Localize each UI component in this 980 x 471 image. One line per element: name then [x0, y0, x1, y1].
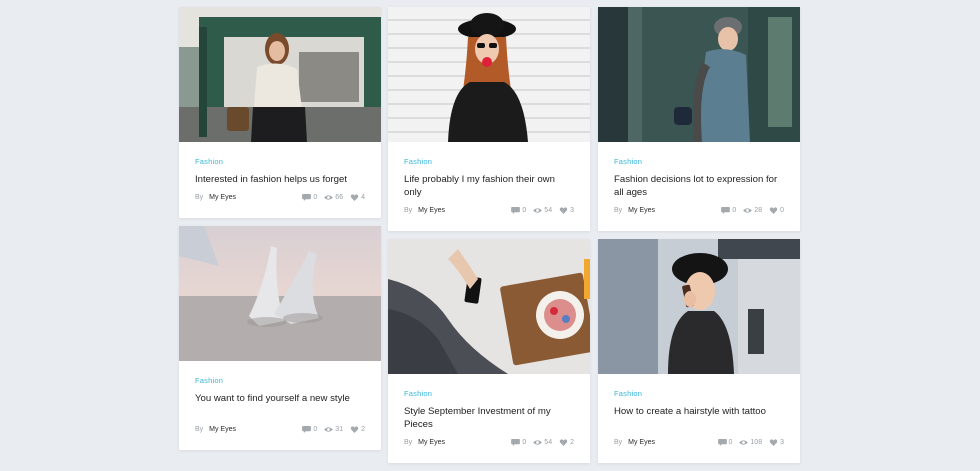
post-meta: By My Eyes 0 54 2 [404, 439, 574, 446]
comment-icon [721, 207, 731, 214]
eye-icon [324, 195, 334, 200]
eye-icon [533, 208, 543, 213]
post-meta: By My Eyes 0 31 2 [195, 426, 365, 433]
eye-icon [739, 440, 749, 445]
heart-icon[interactable] [769, 439, 778, 446]
eye-icon [324, 427, 334, 432]
comment-count: 0 [313, 194, 318, 201]
view-count: 66 [335, 194, 344, 201]
post-meta: By My Eyes 0 108 3 [614, 439, 784, 446]
by-label: By [404, 207, 413, 214]
post-stats: 0 108 3 [717, 439, 784, 446]
by-label: By [614, 207, 623, 214]
by-label: By [195, 194, 204, 201]
comment-count: 0 [728, 439, 733, 446]
eye-icon [743, 208, 753, 213]
post-category[interactable]: Fashion [195, 376, 365, 385]
post-meta: By My Eyes 0 54 3 [404, 207, 574, 214]
post-author[interactable]: My Eyes [209, 426, 236, 433]
like-count: 2 [361, 426, 365, 433]
comment-count: 0 [522, 207, 527, 214]
view-count: 31 [335, 426, 344, 433]
woman-with-hat-photo [388, 7, 590, 142]
post-meta: By My Eyes 0 66 4 [195, 194, 365, 201]
view-count: 28 [754, 207, 763, 214]
post-meta: By My Eyes 0 28 0 [614, 207, 784, 214]
comment-icon [302, 194, 312, 201]
comment-icon [511, 439, 521, 446]
post-author[interactable]: My Eyes [418, 207, 445, 214]
eye-icon [533, 440, 543, 445]
comment-count: 0 [732, 207, 737, 214]
post-title[interactable]: You want to find yourself a new style [195, 392, 365, 405]
post-category[interactable]: Fashion [404, 389, 574, 398]
woman-sitting-photo [179, 7, 381, 142]
comment-icon [302, 426, 312, 433]
by-label: By [614, 439, 623, 446]
post-thumbnail-image[interactable] [179, 226, 381, 361]
like-count: 2 [570, 439, 574, 446]
post-card[interactable]: Fashion Life probably I my fashion their… [388, 7, 590, 231]
like-count: 0 [780, 207, 784, 214]
post-title[interactable]: Life probably I my fashion their own onl… [404, 173, 574, 199]
post-author[interactable]: My Eyes [209, 194, 236, 201]
heart-icon[interactable] [559, 207, 568, 214]
like-count: 3 [570, 207, 574, 214]
post-title[interactable]: Fashion decisions lot to expression for … [614, 173, 784, 199]
view-count: 108 [750, 439, 763, 446]
post-thumbnail-image[interactable] [179, 7, 381, 142]
post-card[interactable]: Fashion You want to find yourself a new … [179, 226, 381, 450]
post-title[interactable]: How to create a hairstyle with tattoo [614, 405, 784, 418]
post-stats: 0 28 0 [721, 207, 784, 214]
post-category[interactable]: Fashion [614, 157, 784, 166]
post-author[interactable]: My Eyes [628, 439, 655, 446]
by-label: By [195, 426, 204, 433]
comment-count: 0 [313, 426, 318, 433]
post-stats: 0 54 3 [511, 207, 574, 214]
woman-on-phone-photo [598, 239, 800, 374]
post-category[interactable]: Fashion [404, 157, 574, 166]
comment-count: 0 [522, 439, 527, 446]
view-count: 54 [544, 207, 553, 214]
heels-on-beach-photo [179, 226, 381, 361]
post-thumbnail-image[interactable] [598, 7, 800, 142]
post-card[interactable]: Fashion Style September Investment of my… [388, 239, 590, 463]
post-title[interactable]: Style September Investment of my Pieces [404, 405, 574, 431]
heart-icon[interactable] [350, 426, 359, 433]
post-thumbnail-image[interactable] [388, 239, 590, 374]
post-card[interactable]: Fashion How to create a hairstyle with t… [598, 239, 800, 463]
by-label: By [404, 439, 413, 446]
heart-icon[interactable] [769, 207, 778, 214]
post-card[interactable]: Fashion Interested in fashion helps us f… [179, 7, 381, 218]
like-count: 3 [780, 439, 784, 446]
post-stats: 0 31 2 [302, 426, 365, 433]
post-title[interactable]: Interested in fashion helps us forget [195, 173, 365, 186]
post-stats: 0 54 2 [511, 439, 574, 446]
post-category[interactable]: Fashion [614, 389, 784, 398]
post-card[interactable]: Fashion Fashion decisions lot to express… [598, 7, 800, 231]
post-category[interactable]: Fashion [195, 157, 365, 166]
heart-icon[interactable] [559, 439, 568, 446]
woman-in-beanie-photo [598, 7, 800, 142]
post-stats: 0 66 4 [302, 194, 365, 201]
like-count: 4 [361, 194, 365, 201]
post-thumbnail-image[interactable] [388, 7, 590, 142]
heart-icon[interactable] [350, 194, 359, 201]
breakfast-in-bed-photo [388, 239, 590, 374]
view-count: 54 [544, 439, 553, 446]
post-thumbnail-image[interactable] [598, 239, 800, 374]
post-author[interactable]: My Eyes [628, 207, 655, 214]
comment-icon [511, 207, 521, 214]
post-author[interactable]: My Eyes [418, 439, 445, 446]
comment-icon [717, 439, 727, 446]
